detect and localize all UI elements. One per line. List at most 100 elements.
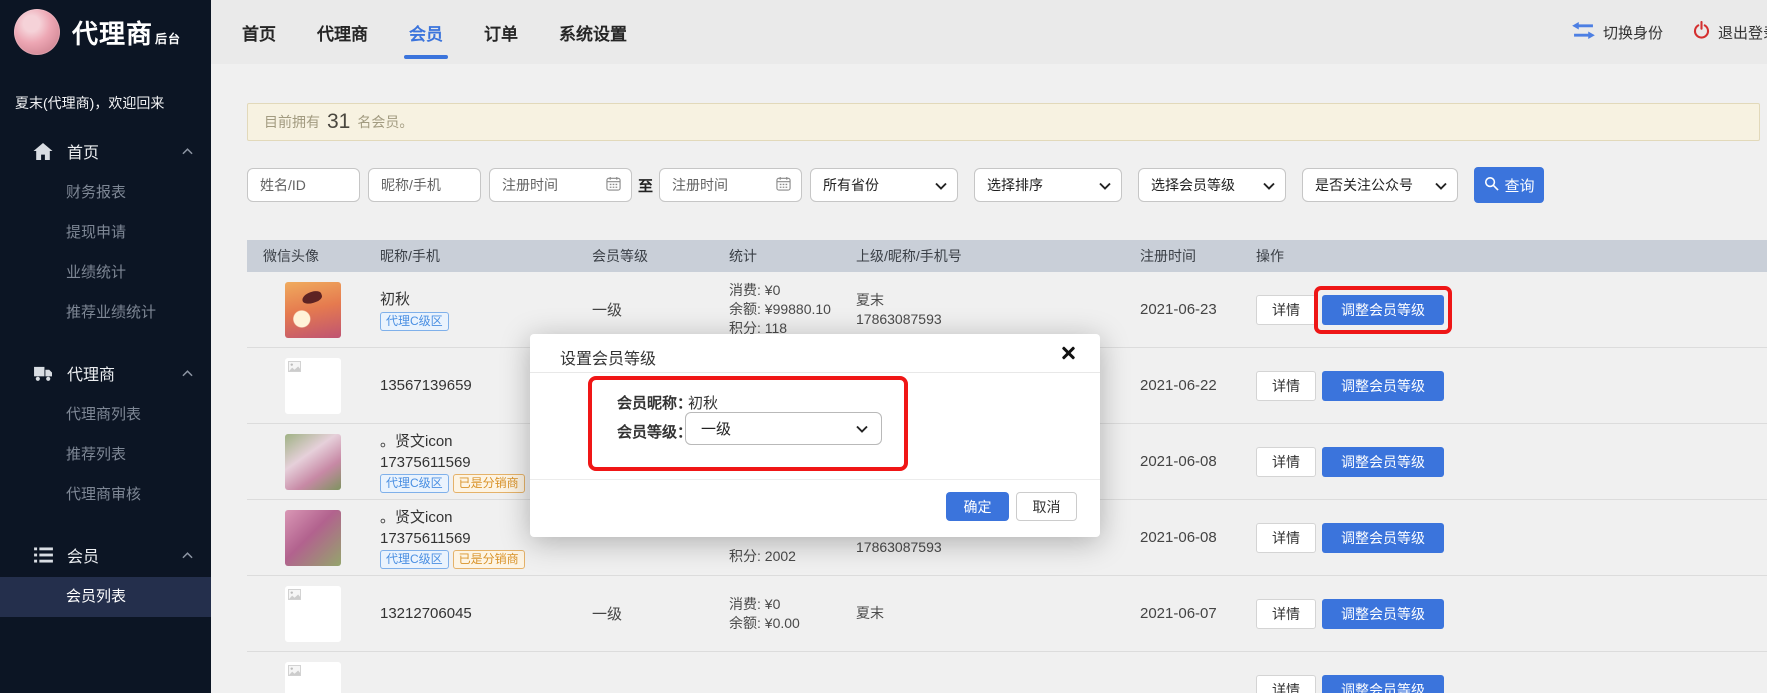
notice-suffix: 名会员。 [357,112,413,132]
switch-identity-label: 切换身份 [1603,22,1663,43]
member-badge: 代理C级区 [380,474,449,493]
tab-系统设置[interactable]: 系统设置 [557,16,629,49]
sidebar-subitem-推荐列表[interactable]: 推荐列表 [0,435,211,475]
column-header: 操作 [1256,246,1767,266]
member-level [592,681,729,693]
member-badge: 已是分销商 [453,550,525,569]
app-window: 代理商后台 夏末(代理商)，欢迎回来 首页财务报表提现申请业绩统计推荐业绩统计代… [0,0,1767,693]
broken-image-icon [288,665,301,676]
detail-button[interactable]: 详情 [1256,371,1316,401]
modal-footer-divider [530,479,1100,480]
modal-level-select[interactable]: 一级 [685,412,882,445]
chevron-down-icon [1099,177,1111,193]
top-navbar: 首页 代理商 会员 订单 系统设置 切换身份 退出登录 [211,0,1767,64]
sidebar-subitem-业绩统计[interactable]: 业绩统计 [0,253,211,293]
tab-代理商[interactable]: 代理商 [315,16,370,49]
logo-main: 代理商 [72,19,153,49]
detail-button[interactable]: 详情 [1256,295,1316,325]
list-icon [32,545,54,565]
follow-official-select[interactable]: 是否关注公众号 [1302,168,1458,202]
switch-identity-button[interactable]: 切换身份 [1572,22,1663,43]
member-level-select[interactable]: 选择会员等级 [1138,168,1286,202]
column-header: 上级/昵称/手机号 [856,246,1140,266]
member-badge: 代理C级区 [380,550,449,569]
sidebar-subitem-代理商列表[interactable]: 代理商列表 [0,395,211,435]
app-logo: 代理商后台 [72,14,181,51]
table-header: 微信头像昵称/手机会员等级统计上级/昵称/手机号注册时间操作 [247,240,1767,272]
register-time: 2021-06-22 [1140,377,1256,394]
modal-title-divider [530,372,1100,373]
chevron-down-icon [856,420,868,437]
nickname-phone-input[interactable]: 昵称/手机 [368,168,481,202]
set-member-level-modal: 设置会员等级 会员昵称： 初秋 会员等级： 一级 确定 取消 [530,334,1100,537]
member-stats: 消费: ¥0余额: ¥0.00 [729,595,856,633]
filter-bar: 姓名/ID 昵称/手机 注册时间 至 注册时间 所有省份 选择排序 选择会员等级… [247,167,1544,203]
search-button[interactable]: 查询 [1474,167,1544,203]
name-id-input[interactable]: 姓名/ID [247,168,360,202]
sidebar-menu: 首页财务报表提现申请业绩统计推荐业绩统计代理商代理商列表推荐列表代理商审核会员会… [0,129,211,617]
reg-time-start-input[interactable]: 注册时间 [489,168,632,202]
sidebar-item-label: 会员 [67,543,99,567]
sidebar: 代理商后台 夏末(代理商)，欢迎回来 首页财务报表提现申请业绩统计推荐业绩统计代… [0,0,211,693]
tab-首页[interactable]: 首页 [240,16,278,49]
sidebar-item-label: 首页 [67,139,99,163]
sidebar-subitem-会员列表[interactable]: 会员列表 [0,577,211,617]
member-stats: 消费: ¥0余额: ¥99880.10积分: 118 [729,281,856,338]
brand-avatar [14,9,60,55]
table-row: 13212706045一级消费: ¥0余额: ¥0.00夏末2021-06-07… [247,576,1767,652]
chevron-up-icon [182,148,193,155]
modal-title: 设置会员等级 [560,345,656,369]
detail-button[interactable]: 详情 [1256,523,1316,553]
tab-订单[interactable]: 订单 [482,16,520,49]
sidebar-item-label: 代理商 [67,361,115,385]
chevron-down-icon [1263,177,1275,193]
sidebar-subitem-提现申请[interactable]: 提现申请 [0,213,211,253]
logout-button[interactable]: 退出登录 [1693,21,1767,43]
member-nickname-value: 初秋 [688,392,718,413]
member-avatar [285,510,341,566]
sidebar-item-代理商[interactable]: 代理商 [0,351,211,395]
calendar-icon [606,176,621,194]
logout-label: 退出登录 [1718,22,1767,43]
date-range-to-label: 至 [638,175,653,196]
sidebar-subitem-代理商审核[interactable]: 代理商审核 [0,475,211,515]
reg-time-end-input[interactable]: 注册时间 [659,168,802,202]
province-select[interactable]: 所有省份 [810,168,958,202]
member-avatar [285,586,341,642]
sidebar-subitem-财务报表[interactable]: 财务报表 [0,173,211,213]
sidebar-subitem-推荐业绩统计[interactable]: 推荐业绩统计 [0,293,211,333]
adjust-member-level-button[interactable]: 调整会员等级 [1322,371,1444,401]
logo-sub: 后台 [155,32,181,46]
broken-image-icon [288,589,301,600]
close-icon[interactable] [1060,345,1076,361]
chevron-up-icon [182,552,193,559]
adjust-member-level-button[interactable]: 调整会员等级 [1322,523,1444,553]
adjust-member-level-button[interactable]: 调整会员等级 [1322,447,1444,477]
detail-button[interactable]: 详情 [1256,447,1316,477]
sort-select[interactable]: 选择排序 [974,168,1122,202]
brand: 代理商后台 [0,0,211,55]
detail-button[interactable]: 详情 [1256,675,1316,693]
register-time [1140,681,1256,693]
detail-button[interactable]: 详情 [1256,599,1316,629]
sidebar-item-首页[interactable]: 首页 [0,129,211,173]
register-time: 2021-06-23 [1140,301,1256,318]
calendar-icon [776,176,791,194]
table-row: 详情调整会员等级 [247,652,1767,693]
member-avatar [285,358,341,414]
tab-会员[interactable]: 会员 [407,16,445,49]
confirm-button[interactable]: 确定 [946,492,1009,521]
notice-prefix: 目前拥有 [264,112,320,132]
chevron-down-icon [1435,177,1447,193]
chevron-up-icon [182,370,193,377]
adjust-member-level-button[interactable]: 调整会员等级 [1322,599,1444,629]
member-level: 一级 [592,603,729,624]
adjust-member-level-button[interactable]: 调整会员等级 [1322,295,1444,325]
top-actions: 切换身份 退出登录 [1572,0,1767,64]
swap-icon [1572,22,1595,43]
member-name: 初秋 [380,288,592,309]
adjust-member-level-button[interactable]: 调整会员等级 [1322,675,1444,693]
cancel-button[interactable]: 取消 [1016,492,1077,521]
sidebar-item-会员[interactable]: 会员 [0,533,211,577]
member-count-notice: 目前拥有 31 名会员。 [247,103,1760,141]
